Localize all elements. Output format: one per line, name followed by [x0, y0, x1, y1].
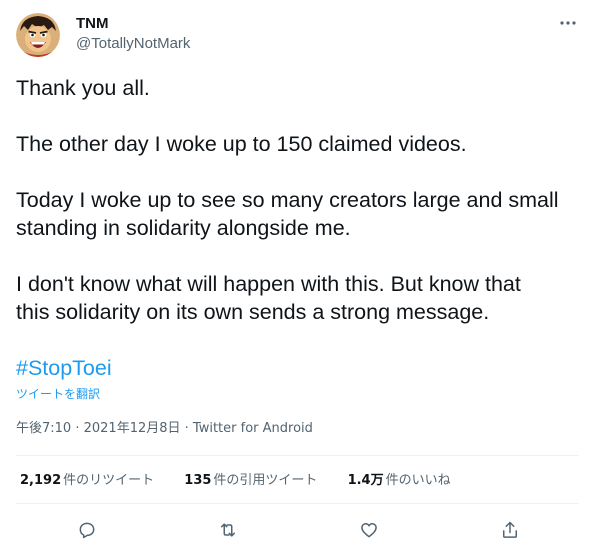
- reply-icon: [79, 522, 95, 539]
- avatar-image: [16, 13, 60, 57]
- retweets-count: 2,192: [20, 473, 62, 488]
- reply-button[interactable]: [73, 516, 101, 544]
- tweet-paragraph: Thank you all.: [16, 76, 150, 100]
- quotes-count: 135: [184, 473, 212, 488]
- hashtag-link[interactable]: #StopToei: [16, 356, 112, 380]
- divider: [16, 503, 579, 504]
- share-button[interactable]: [496, 516, 524, 544]
- more-dots-icon: [560, 21, 576, 25]
- tweet-paragraph: I don't know what will happen with this.…: [16, 272, 521, 296]
- tweet-date[interactable]: 2021年12月8日: [84, 421, 181, 436]
- tweet-text: Thank you all. The other day I woke up t…: [16, 74, 579, 382]
- user-handle[interactable]: @TotallyNotMark: [76, 34, 190, 54]
- avatar[interactable]: [16, 13, 60, 57]
- more-options-button[interactable]: [559, 13, 577, 33]
- tweet-source[interactable]: Twitter for Android: [193, 421, 313, 436]
- likes-stat[interactable]: 1.4万 件のいいね: [348, 472, 451, 490]
- quotes-label: 件の引用ツイート: [213, 473, 318, 488]
- share-icon: [503, 521, 517, 538]
- likes-count: 1.4万: [347, 473, 384, 488]
- retweet-button[interactable]: [214, 516, 242, 544]
- display-name[interactable]: TNM: [76, 14, 190, 34]
- tweet-time[interactable]: 午後7:10: [16, 421, 71, 436]
- tweet-paragraph: standing in solidarity alongside me.: [16, 216, 351, 240]
- tweet-paragraph: The other day I woke up to 150 claimed v…: [16, 132, 467, 156]
- tweet-actions: [0, 516, 595, 544]
- retweets-label: 件のリツイート: [63, 473, 155, 488]
- user-block: TNM @TotallyNotMark: [76, 14, 190, 54]
- translate-tweet-link[interactable]: ツイートを翻訳: [16, 386, 100, 402]
- retweets-stat[interactable]: 2,192 件のリツイート: [20, 472, 154, 490]
- tweet-metadata: 午後7:10 · 2021年12月8日 · Twitter for Androi…: [16, 420, 313, 438]
- like-icon: [361, 523, 377, 538]
- likes-label: 件のいいね: [385, 473, 451, 488]
- meta-separator: ·: [71, 421, 84, 436]
- tweet-paragraph: this solidarity on its own sends a stron…: [16, 300, 490, 324]
- tweet-stats: 2,192 件のリツイート 135 件の引用ツイート 1.4万 件のいいね: [20, 472, 477, 490]
- divider: [16, 455, 579, 456]
- quotes-stat[interactable]: 135 件の引用ツイート: [184, 472, 317, 490]
- meta-separator: ·: [180, 421, 193, 436]
- tweet-header: TNM @TotallyNotMark: [16, 13, 579, 57]
- like-button[interactable]: [355, 516, 383, 544]
- tweet-card: TNM @TotallyNotMark Thank you all. The o…: [0, 0, 595, 553]
- tweet-hashtag-line: #StopToei: [16, 354, 579, 382]
- tweet-paragraph: Today I woke up to see so many creators …: [16, 188, 559, 212]
- retweet-icon: [221, 523, 235, 537]
